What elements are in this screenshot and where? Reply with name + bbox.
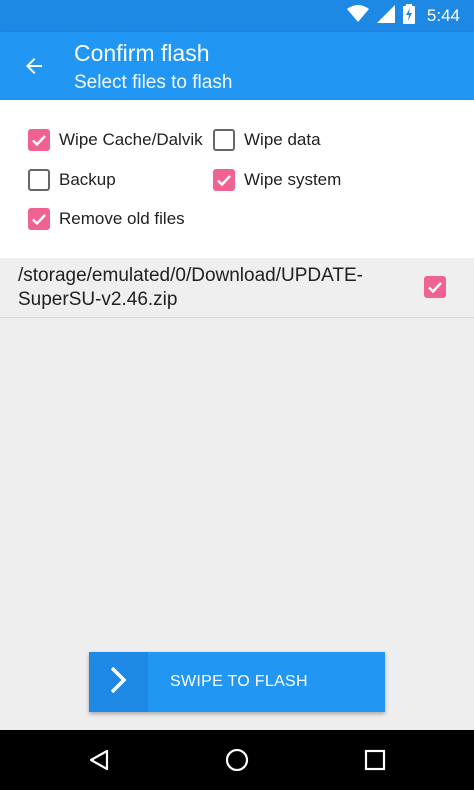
option-wipe-data[interactable]: Wipe data xyxy=(213,127,321,153)
recents-square-icon[interactable] xyxy=(360,745,390,775)
navigation-bar xyxy=(0,730,474,790)
back-triangle-icon[interactable] xyxy=(84,745,114,775)
checkbox-checked-icon[interactable] xyxy=(28,129,50,151)
option-remove-old-files[interactable]: Remove old files xyxy=(28,206,185,232)
arrow-back-icon[interactable] xyxy=(18,50,50,82)
checkbox-unchecked-icon[interactable] xyxy=(28,169,50,191)
file-path: /storage/emulated/0/Download/UPDATE-Supe… xyxy=(18,265,363,310)
option-label: Wipe data xyxy=(244,130,321,149)
status-bar: 5:44 xyxy=(0,0,474,32)
page-subtitle: Select files to flash xyxy=(74,72,233,93)
status-icons: 5:44 xyxy=(346,0,460,32)
flash-options: Wipe Cache/Dalvik Wipe data Backup Wipe … xyxy=(0,100,474,258)
option-wipe-cache[interactable]: Wipe Cache/Dalvik xyxy=(28,127,203,153)
swipe-label: SWIPE TO FLASH xyxy=(170,673,308,690)
checkbox-unchecked-icon[interactable] xyxy=(213,129,235,151)
option-wipe-system[interactable]: Wipe system xyxy=(213,167,341,193)
checkbox-checked-icon[interactable] xyxy=(213,169,235,191)
swipe-to-flash-slider[interactable]: SWIPE TO FLASH xyxy=(89,652,385,712)
wifi-icon xyxy=(346,4,369,28)
option-label: Backup xyxy=(59,170,116,189)
chevron-right-icon xyxy=(108,665,130,700)
battery-charging-icon xyxy=(402,3,415,29)
option-label: Wipe system xyxy=(244,170,342,189)
signal-icon xyxy=(376,4,395,28)
option-label: Remove old files xyxy=(59,209,185,228)
option-backup[interactable]: Backup xyxy=(28,167,116,193)
app-bar: Confirm flash Select files to flash xyxy=(0,32,474,100)
page-title: Confirm flash xyxy=(74,40,210,66)
home-circle-icon[interactable] xyxy=(222,745,252,775)
file-list-item[interactable]: /storage/emulated/0/Download/UPDATE-Supe… xyxy=(0,258,474,318)
swipe-handle[interactable] xyxy=(89,652,148,712)
checkbox-checked-icon[interactable] xyxy=(28,208,50,230)
checkbox-checked-icon[interactable] xyxy=(424,276,446,298)
clock: 5:44 xyxy=(426,6,460,25)
option-label: Wipe Cache/Dalvik xyxy=(59,130,203,149)
